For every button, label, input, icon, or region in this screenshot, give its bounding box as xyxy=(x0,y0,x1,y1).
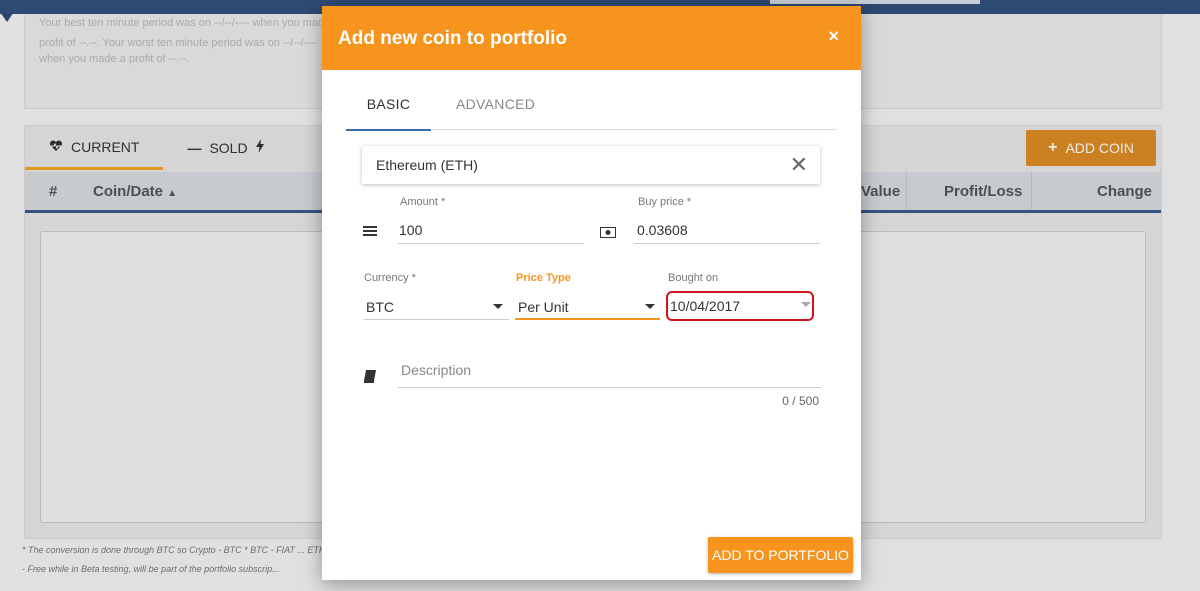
money-icon xyxy=(600,226,616,241)
description-input[interactable]: Description xyxy=(401,362,471,378)
bought-on-input[interactable]: 10/04/2017 xyxy=(670,298,740,314)
description-counter: 0 / 500 xyxy=(782,394,819,408)
chevron-down-icon[interactable] xyxy=(801,302,811,307)
coin-select[interactable]: Ethereum (ETH) ✕ xyxy=(362,146,820,184)
modal-tabs: BASIC ADVANCED xyxy=(346,84,837,131)
buy-price-input[interactable]: 0.03608 xyxy=(637,222,688,238)
modal-header: Add new coin to portfolio × xyxy=(322,6,861,70)
price-type-label: Price Type xyxy=(516,272,571,284)
chevron-down-icon[interactable] xyxy=(645,304,655,309)
buy-price-label: Buy price * xyxy=(638,196,692,208)
coin-select-value: Ethereum (ETH) xyxy=(376,157,478,173)
tab-basic[interactable]: BASIC xyxy=(346,96,431,131)
description-underline xyxy=(398,387,821,388)
add-coin-modal: Add new coin to portfolio × BASIC ADVANC… xyxy=(322,6,861,580)
add-to-portfolio-button[interactable]: ADD TO PORTFOLIO xyxy=(708,537,853,573)
amount-label: Amount * xyxy=(400,196,446,208)
currency-underline xyxy=(364,319,509,320)
buy-price-underline xyxy=(634,243,820,244)
clear-icon[interactable]: ✕ xyxy=(790,152,808,178)
price-type-select[interactable]: Per Unit xyxy=(518,299,569,315)
currency-label: Currency * xyxy=(364,272,416,284)
modal-title: Add new coin to portfolio xyxy=(338,28,568,49)
chevron-down-icon[interactable] xyxy=(493,304,503,309)
list-icon xyxy=(363,225,377,240)
bought-on-label: Bought on xyxy=(668,272,719,284)
currency-select[interactable]: BTC xyxy=(366,299,394,315)
nav-tab-indicator xyxy=(770,0,980,4)
tab-advanced[interactable]: ADVANCED xyxy=(456,96,535,112)
close-icon[interactable]: × xyxy=(828,26,839,47)
price-type-underline xyxy=(515,318,660,320)
book-icon xyxy=(364,370,376,386)
amount-underline xyxy=(398,243,584,244)
amount-input[interactable]: 100 xyxy=(399,222,422,238)
